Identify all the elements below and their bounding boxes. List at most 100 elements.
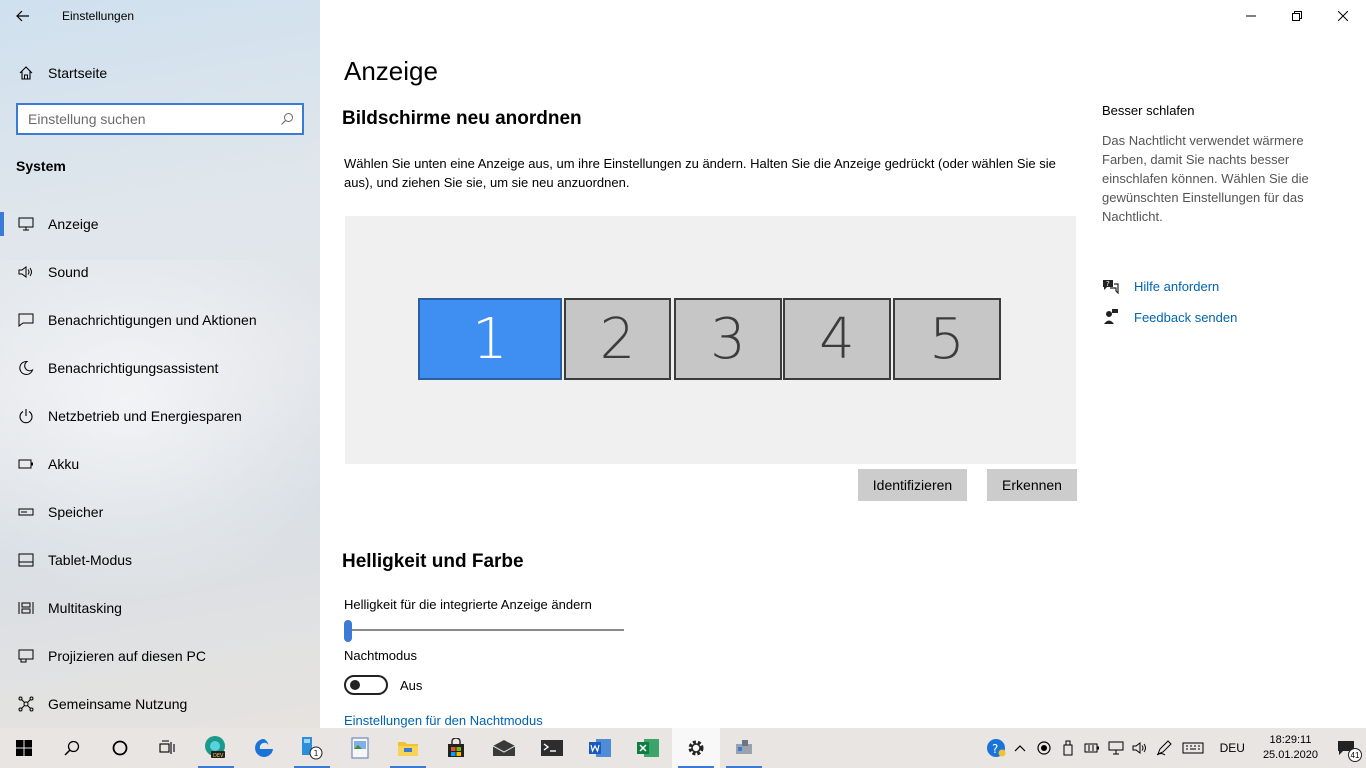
main-content: Anzeige Bildschirme neu anordnen Wählen … — [320, 0, 1366, 728]
nav-label: Gemeinsame Nutzung — [48, 696, 188, 712]
nav-item-benachrichtigungsassistent[interactable]: Benachrichtigungsassistent — [0, 344, 320, 392]
settings-search-input[interactable] — [28, 111, 280, 127]
start-button[interactable] — [0, 728, 48, 768]
speaker-icon — [17, 263, 35, 281]
brightness-slider-track[interactable] — [344, 629, 624, 631]
network-icon[interactable] — [1104, 728, 1128, 768]
task-view-icon — [159, 740, 175, 754]
nav-item-anzeige[interactable]: Anzeige — [0, 200, 320, 248]
title-bar: Einstellungen — [0, 0, 134, 32]
task-view-button[interactable] — [144, 728, 192, 768]
monitor-2[interactable]: 2 — [564, 298, 671, 380]
help-link-label: Hilfe anfordern — [1134, 278, 1220, 294]
arrange-description: Wählen Sie unten eine Anzeige aus, um ih… — [344, 156, 1056, 190]
search-button[interactable] — [48, 728, 96, 768]
window-controls — [1228, 0, 1366, 32]
taskbar-file-explorer[interactable] — [384, 728, 432, 768]
taskbar-store[interactable] — [432, 728, 480, 768]
monitor-icon — [17, 215, 35, 233]
identify-button[interactable]: Identifizieren — [858, 469, 967, 501]
tablet-icon — [17, 551, 35, 569]
monitor-1[interactable]: 1 — [418, 298, 562, 380]
taskbar-edge-dev[interactable]: DEV — [192, 728, 240, 768]
restore-icon — [1292, 11, 1302, 21]
usb-icon[interactable] — [1056, 728, 1080, 768]
excel-icon — [637, 739, 659, 757]
edge-icon — [255, 739, 273, 757]
taskbar: DEV 1 ? DEU 18:29:11 25.01.2020 41 — [0, 728, 1366, 768]
mail-icon — [492, 740, 516, 756]
feedback-link[interactable]: Feedback senden — [1102, 308, 1237, 326]
nav-item-multitasking[interactable]: Multitasking — [0, 584, 320, 632]
monitor-3[interactable]: 3 — [674, 298, 782, 380]
svg-text:1: 1 — [314, 749, 319, 758]
svg-text:?: ? — [992, 742, 998, 756]
file-manager-icon: 1 — [302, 737, 323, 760]
aside-text: Das Nachtlicht verwendet wärmere Farben,… — [1102, 133, 1309, 224]
taskbar-terminal[interactable] — [528, 728, 576, 768]
taskbar-settings[interactable] — [672, 728, 720, 768]
taskbar-word[interactable] — [576, 728, 624, 768]
back-button[interactable] — [0, 0, 46, 32]
taskbar-control-panel[interactable] — [720, 728, 768, 768]
monitor-5[interactable]: 5 — [893, 298, 1001, 380]
home-link[interactable]: Startseite — [0, 58, 320, 88]
chevron-up-icon[interactable] — [1008, 728, 1032, 768]
section-title: System — [16, 158, 66, 174]
nav-item-akku[interactable]: Akku — [0, 440, 320, 488]
night-mode-toggle[interactable] — [344, 675, 388, 695]
nav-item-benachrichtigungen[interactable]: Benachrichtigungen und Aktionen — [0, 296, 320, 344]
battery-plug-icon[interactable] — [1080, 728, 1104, 768]
multitasking-icon — [17, 599, 35, 617]
pen-icon[interactable] — [1152, 728, 1176, 768]
nav-item-projizieren[interactable]: Projizieren auf diesen PC — [0, 632, 320, 680]
minimize-button[interactable] — [1228, 0, 1274, 32]
clock[interactable]: 18:29:11 25.01.2020 — [1255, 733, 1326, 763]
home-label: Startseite — [48, 65, 108, 81]
nav-item-speicher[interactable]: Speicher — [0, 488, 320, 536]
restore-button[interactable] — [1274, 0, 1320, 32]
power-icon — [17, 407, 35, 425]
keyboard-icon[interactable] — [1176, 728, 1210, 768]
taskbar-mail[interactable] — [480, 728, 528, 768]
action-center-button[interactable]: 41 — [1326, 728, 1366, 768]
nav-item-sound[interactable]: Sound — [0, 248, 320, 296]
nav-item-netzbetrieb[interactable]: Netzbetrieb und Energiesparen — [0, 392, 320, 440]
taskbar-excel[interactable] — [624, 728, 672, 768]
cortana-button[interactable] — [96, 728, 144, 768]
taskbar-file-manager[interactable]: 1 — [288, 728, 336, 768]
monitor-4[interactable]: 4 — [783, 298, 891, 380]
chat-help-icon: ? — [1102, 277, 1120, 295]
night-mode-settings-link[interactable]: Einstellungen für den Nachtmodus — [344, 713, 543, 728]
language-indicator[interactable]: DEU — [1210, 741, 1255, 755]
feedback-icon — [1102, 308, 1120, 326]
taskbar-image-viewer[interactable] — [336, 728, 384, 768]
settings-search-box[interactable] — [16, 103, 304, 135]
brightness-slider-thumb[interactable] — [344, 620, 352, 642]
nav-item-gemeinsame-nutzung[interactable]: Gemeinsame Nutzung — [0, 680, 320, 728]
nav-label: Benachrichtigungsassistent — [48, 360, 219, 376]
detect-button[interactable]: Erkennen — [987, 469, 1077, 501]
clock-date: 25.01.2020 — [1262, 749, 1318, 761]
close-button[interactable] — [1320, 0, 1366, 32]
search-icon[interactable] — [280, 112, 294, 126]
edge-dev-icon: DEV — [205, 736, 225, 759]
message-icon — [17, 311, 35, 329]
home-icon — [17, 64, 35, 82]
svg-text:?: ? — [1106, 280, 1110, 288]
taskbar-edge[interactable] — [240, 728, 288, 768]
nav-label: Netzbetrieb und Energiesparen — [48, 408, 242, 424]
help-link[interactable]: ? Hilfe anfordern — [1102, 277, 1219, 295]
nav-label: Multitasking — [48, 600, 122, 616]
nav-item-tablet-modus[interactable]: Tablet-Modus — [0, 536, 320, 584]
storage-icon — [17, 503, 35, 521]
nav-label: Anzeige — [48, 216, 99, 232]
record-icon[interactable] — [1032, 728, 1056, 768]
nav-label: Sound — [48, 264, 89, 280]
battery-icon — [17, 455, 35, 473]
svg-text:DEV: DEV — [213, 753, 224, 759]
app-title: Einstellungen — [62, 9, 135, 23]
project-icon — [17, 647, 35, 665]
volume-icon[interactable] — [1128, 728, 1152, 768]
help-tray-icon[interactable]: ? — [984, 728, 1008, 768]
